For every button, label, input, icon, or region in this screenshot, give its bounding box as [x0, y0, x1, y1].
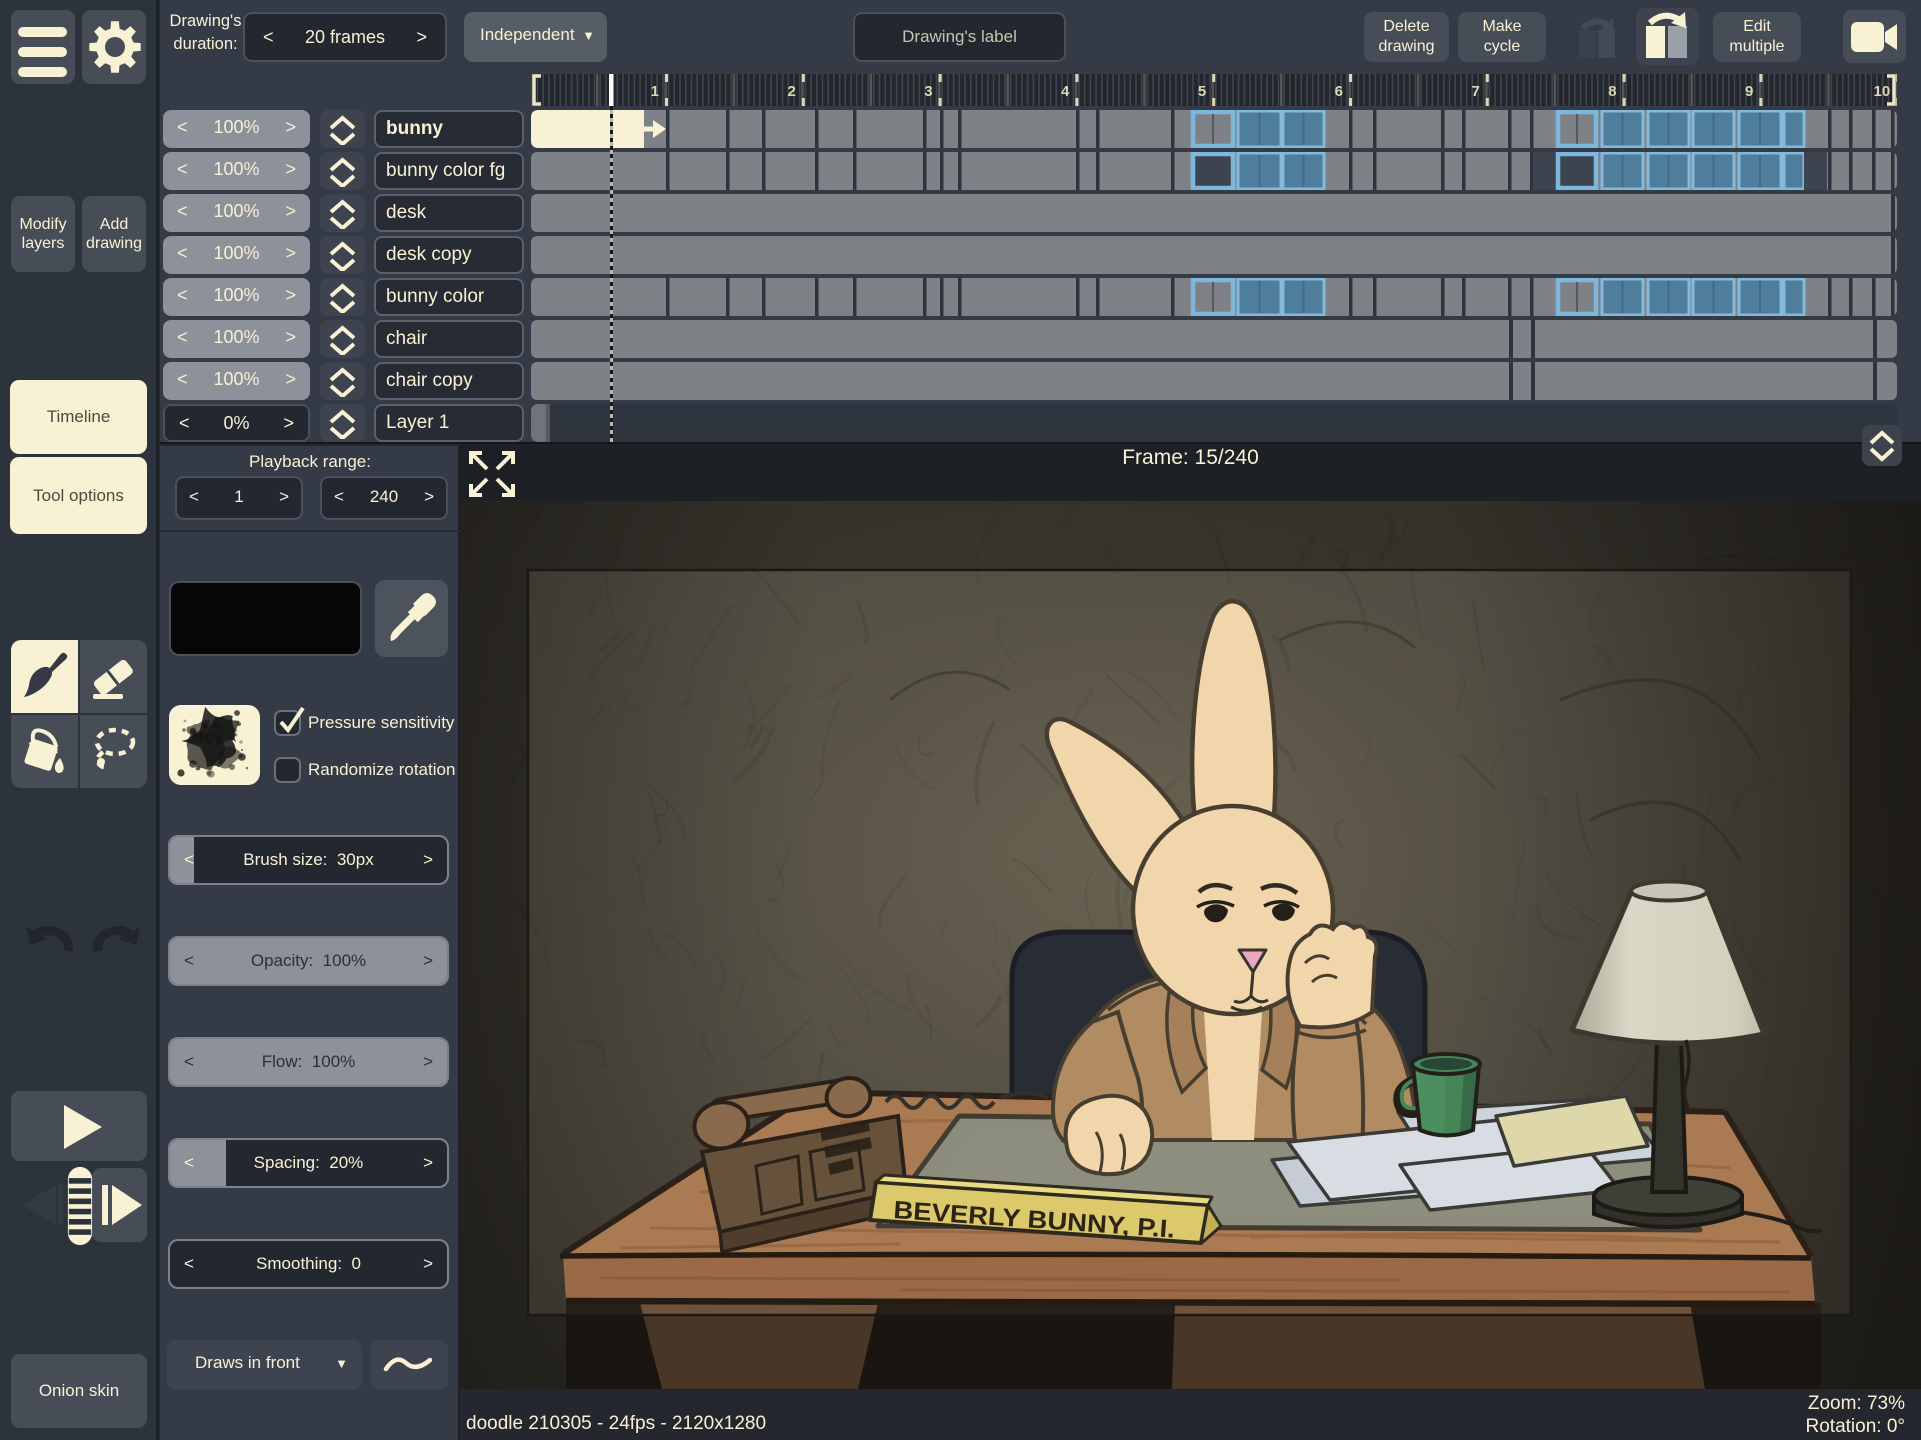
svg-text:9: 9: [1745, 83, 1753, 100]
svg-text:1: 1: [651, 83, 659, 100]
svg-text:3: 3: [924, 83, 932, 100]
svg-text:2: 2: [787, 83, 795, 100]
svg-text:6: 6: [1335, 83, 1343, 100]
svg-text:10: 10: [1874, 83, 1891, 100]
svg-text:7: 7: [1471, 83, 1479, 100]
svg-text:8: 8: [1608, 83, 1616, 100]
svg-text:4: 4: [1061, 83, 1070, 100]
svg-text:5: 5: [1198, 83, 1206, 100]
